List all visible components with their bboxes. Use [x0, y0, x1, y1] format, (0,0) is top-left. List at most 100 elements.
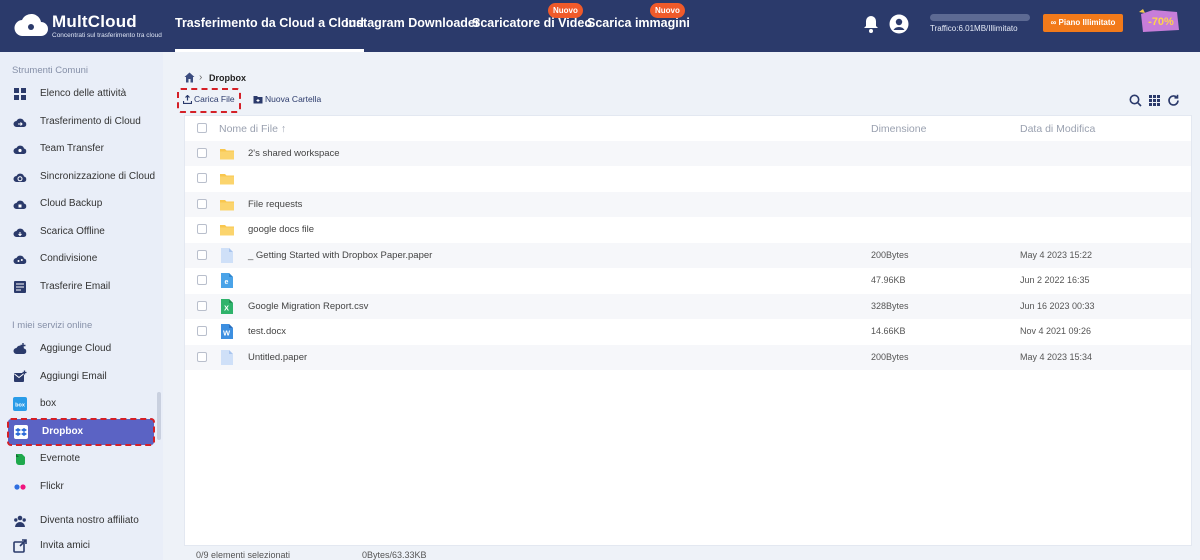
file-date: May 4 2023 15:34 [1020, 352, 1093, 362]
document-icon [221, 350, 233, 365]
nav-tab-cloud-transfer[interactable]: Trasferimento da Cloud a Cloud [175, 0, 364, 52]
sidebar-item-affiliate[interactable]: Diventa nostro affiliato [0, 508, 163, 534]
sidebar-item-share[interactable]: Condivisione [0, 246, 163, 272]
file-name[interactable]: _ Getting Started with Dropbox Paper.pap… [248, 250, 432, 261]
row-checkbox[interactable] [197, 173, 207, 183]
sidebar-item-cloud-sync[interactable]: Sincronizzazione di Cloud [0, 164, 163, 190]
new-folder-button[interactable]: Nuova Cartella [253, 94, 321, 104]
column-header-name[interactable]: Nome di File ↑ [219, 123, 286, 135]
file-name[interactable]: Untitled.paper [248, 352, 307, 363]
sidebar-item-label: Dropbox [42, 426, 84, 437]
sidebar-item-label: Condivisione [40, 253, 98, 264]
table-row[interactable]: 2's shared workspace [185, 141, 1191, 166]
file-size: 200Bytes [871, 352, 909, 362]
sidebar-item-label: Trasferire Email [40, 281, 111, 292]
storage-status: 0Bytes/63.33KB [362, 550, 427, 560]
file-date: Jun 2 2022 16:35 [1020, 275, 1090, 285]
add-cloud-icon [13, 343, 27, 354]
row-checkbox[interactable] [197, 301, 207, 311]
sidebar-scrollbar[interactable] [157, 392, 161, 440]
sort-ascending-icon: ↑ [280, 123, 287, 135]
home-icon[interactable] [184, 72, 195, 83]
nav-tab-instagram-downloader[interactable]: Instagram Downloader [345, 0, 480, 52]
sidebar-item-evernote[interactable]: Evernote [0, 446, 163, 472]
table-row[interactable]: File requests [185, 192, 1191, 217]
sidebar-item-offline-download[interactable]: Scarica Offline [0, 219, 163, 245]
column-header-size[interactable]: Dimensione [871, 123, 926, 135]
selection-status: 0/9 elementi selezionati [196, 550, 291, 560]
infinity-icon: ∞ [1050, 18, 1059, 27]
row-checkbox[interactable] [197, 275, 207, 285]
row-checkbox[interactable] [197, 224, 207, 234]
file-date: May 4 2023 15:22 [1020, 250, 1093, 260]
table-row[interactable]: W test.docx 14.66KB Nov 4 2021 09:26 [185, 319, 1191, 344]
discount-promo-badge[interactable]: -70% [1137, 8, 1181, 34]
file-table: Nome di File ↑ Dimensione Data di Modifi… [184, 115, 1192, 546]
sidebar-item-label: Evernote [40, 453, 81, 464]
task-list-icon [14, 88, 26, 100]
sidebar-item-label: Elenco delle attività [40, 88, 127, 99]
chevron-right-icon: › [199, 72, 203, 83]
row-checkbox[interactable] [197, 326, 207, 336]
upload-file-label: Carica File [194, 94, 235, 104]
user-avatar-icon[interactable] [889, 14, 909, 34]
web-file-icon: e [221, 273, 233, 288]
affiliate-icon [14, 515, 26, 527]
sidebar-item-email-transfer[interactable]: Trasferire Email [0, 274, 163, 300]
sidebar-item-label: Diventa nostro affiliato [40, 515, 139, 526]
table-row[interactable]: _ Getting Started with Dropbox Paper.pap… [185, 243, 1191, 268]
sidebar-item-invite-friends[interactable]: Invita amici [0, 533, 163, 559]
table-header: Nome di File ↑ Dimensione Data di Modifi… [185, 116, 1191, 142]
file-name[interactable]: test.docx [248, 326, 286, 337]
row-checkbox[interactable] [197, 352, 207, 362]
word-file-icon: W [221, 324, 233, 339]
flickr-icon [14, 484, 26, 490]
sidebar-item-box[interactable]: box box [0, 391, 163, 417]
search-icon[interactable] [1129, 94, 1142, 107]
new-badge: Nuovo [650, 3, 685, 18]
sidebar-item-label: Aggiunge Cloud [40, 343, 112, 354]
sidebar-item-cloud-backup[interactable]: Cloud Backup [0, 191, 163, 217]
folder-icon [220, 149, 234, 160]
logo[interactable]: MultCloud Concentrati sul trasferimento … [14, 10, 164, 42]
sidebar-item-label: Invita amici [40, 540, 91, 551]
breadcrumb-current[interactable]: Dropbox [209, 73, 246, 83]
new-folder-icon [253, 96, 263, 104]
brand-name: MultCloud [52, 12, 137, 31]
sidebar-item-dropbox[interactable]: Dropbox [8, 419, 154, 445]
sidebar-item-label: Aggiungi Email [40, 371, 107, 382]
table-row[interactable]: google docs file [185, 217, 1191, 242]
new-folder-label: Nuova Cartella [265, 94, 322, 104]
grid-view-icon[interactable] [1148, 94, 1161, 107]
table-row[interactable] [185, 166, 1191, 191]
file-name[interactable]: File requests [248, 199, 302, 210]
unlimited-plan-button[interactable]: ∞ Piano Illimitato [1043, 14, 1123, 32]
sidebar-item-add-email[interactable]: Aggiungi Email [0, 364, 163, 390]
file-name[interactable]: 2's shared workspace [248, 148, 340, 159]
file-size: 200Bytes [871, 250, 909, 260]
sidebar-item-add-cloud[interactable]: Aggiunge Cloud [0, 336, 163, 362]
upload-file-button[interactable]: Carica File [182, 94, 235, 105]
row-checkbox[interactable] [197, 199, 207, 209]
table-row[interactable]: e 47.96KB Jun 2 2022 16:35 [185, 268, 1191, 293]
row-checkbox[interactable] [197, 148, 207, 158]
sidebar-item-flickr[interactable]: Flickr [0, 474, 163, 500]
refresh-icon[interactable] [1167, 94, 1180, 107]
sidebar-item-cloud-transfer[interactable]: Trasferimento di Cloud [0, 109, 163, 135]
select-all-checkbox[interactable] [197, 123, 207, 133]
file-date: Nov 4 2021 09:26 [1020, 326, 1092, 336]
file-name[interactable]: google docs file [248, 224, 314, 235]
share-icon [13, 255, 27, 264]
sidebar-item-task-list[interactable]: Elenco delle attività [0, 81, 163, 107]
svg-text:box: box [15, 403, 26, 409]
table-row[interactable]: X Google Migration Report.csv 328Bytes J… [185, 294, 1191, 319]
column-header-date[interactable]: Data di Modifica [1020, 123, 1095, 135]
table-row[interactable]: Untitled.paper 200Bytes May 4 2023 15:34 [185, 345, 1191, 370]
row-checkbox[interactable] [197, 250, 207, 260]
svg-text:e: e [225, 279, 229, 286]
bell-icon[interactable] [861, 14, 881, 34]
sidebar-item-team-transfer[interactable]: Team Transfer [0, 136, 163, 162]
file-name[interactable]: Google Migration Report.csv [248, 301, 368, 312]
evernote-icon [16, 454, 25, 465]
upload-icon [182, 94, 193, 105]
